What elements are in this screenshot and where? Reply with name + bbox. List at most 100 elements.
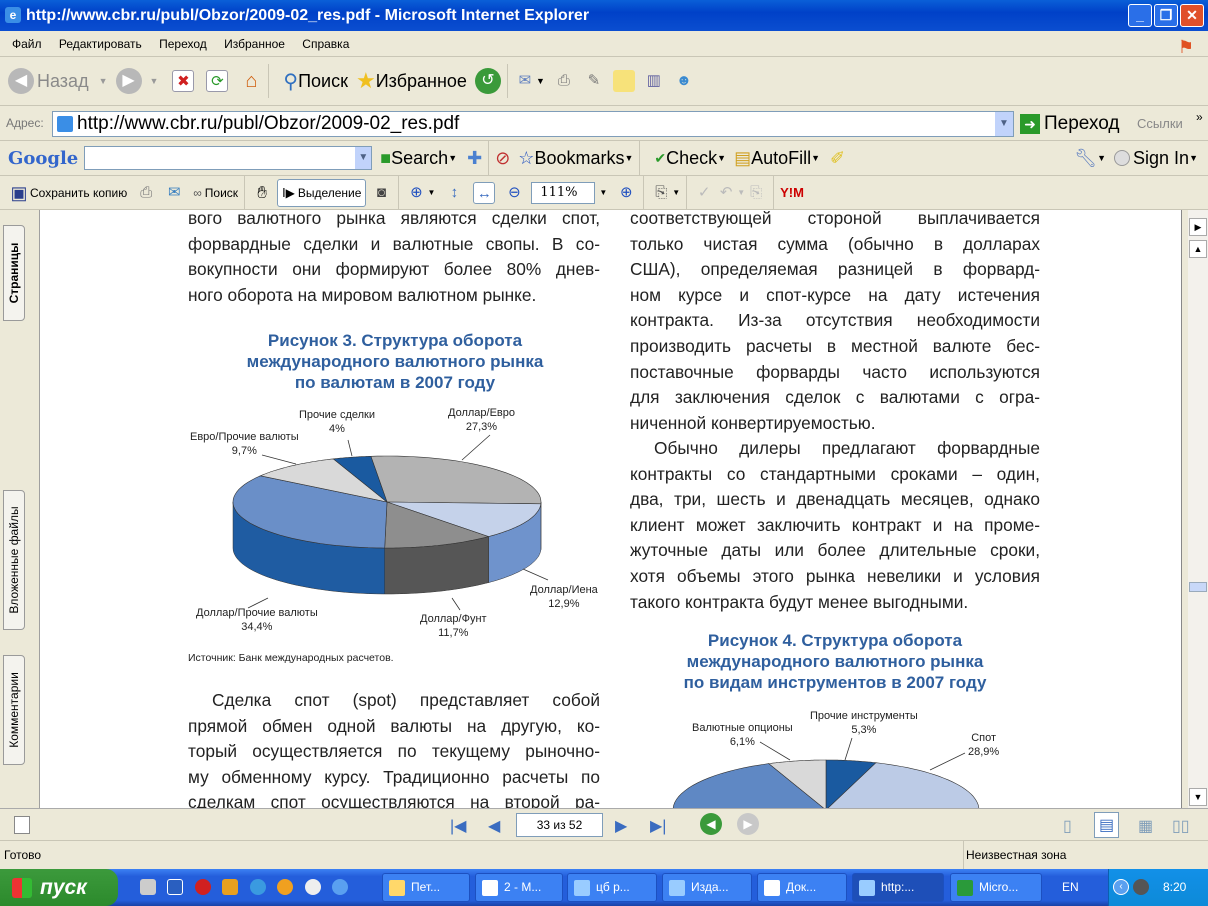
edit-icon[interactable]: ✎: [583, 70, 605, 92]
scroll-thumb[interactable]: [1189, 582, 1207, 592]
page-number-field[interactable]: 33 из 52: [516, 813, 603, 837]
tab-pages[interactable]: Страницы: [3, 225, 25, 321]
single-page-icon[interactable]: ▯: [1063, 816, 1072, 836]
chevron-icon[interactable]: »: [1196, 110, 1203, 124]
status-bar: Готово Неизвестная зона: [0, 841, 1208, 869]
menu-go[interactable]: Переход: [159, 37, 207, 51]
menu-edit[interactable]: Редактировать: [59, 37, 142, 51]
pie-value-label: 11,7%: [438, 627, 469, 639]
refresh-icon[interactable]: ⟳: [206, 70, 229, 92]
first-page-button[interactable]: |◀: [450, 816, 466, 836]
yahoo-icon[interactable]: Y!M: [780, 185, 804, 200]
minimize-button[interactable]: _: [1128, 4, 1152, 27]
menu-favorites[interactable]: Избранное: [224, 37, 285, 51]
zoom-plus-icon[interactable]: ⊕: [615, 182, 637, 204]
task-folder[interactable]: Пет...: [382, 873, 470, 902]
window-title: http://www.cbr.ru/publ/Obzor/2009-02_res…: [26, 7, 590, 24]
menu-file[interactable]: Файл: [12, 37, 42, 51]
messenger-icon[interactable]: ☻: [673, 70, 695, 92]
vertical-scrollbar[interactable]: ▶ ▲ ▼: [1188, 210, 1208, 808]
continuous-page-icon[interactable]: ▤: [1094, 812, 1120, 838]
check-button[interactable]: ✔ Check ▼: [654, 148, 726, 169]
forward-button[interactable]: ▶ ▼: [115, 68, 158, 94]
restore-button[interactable]: ❐: [1154, 4, 1178, 27]
floppy-icon: ▣: [10, 182, 28, 203]
search-button[interactable]: ⚲ Поиск: [283, 69, 348, 94]
previous-view-button[interactable]: ◀: [700, 813, 722, 835]
last-page-button[interactable]: ▶|: [650, 816, 666, 836]
menu-help[interactable]: Справка: [302, 37, 349, 51]
tray-expand-icon[interactable]: ‹: [1113, 879, 1129, 895]
pie-value-label: 5,3%: [851, 724, 877, 736]
snapshot-icon[interactable]: ◙: [370, 182, 392, 204]
tray-network-icon[interactable]: [1133, 879, 1149, 895]
task-excel[interactable]: Micro...: [950, 873, 1042, 902]
scroll-down-arrow[interactable]: ▼: [1189, 788, 1207, 806]
sign-in-button[interactable]: Sign In ▼: [1114, 148, 1198, 169]
close-button[interactable]: ✕: [1180, 4, 1204, 27]
scroll-up-arrow[interactable]: ▲: [1189, 240, 1207, 258]
back-button[interactable]: ◀ Назад ▼: [8, 68, 108, 94]
research-icon[interactable]: ▥: [643, 70, 665, 92]
next-page-button[interactable]: ▶: [615, 816, 627, 836]
quicklaunch-calendar-icon[interactable]: [140, 879, 156, 895]
text-line: вого валютного рынка являются сделки спо…: [188, 210, 600, 228]
note-icon[interactable]: [612, 70, 635, 92]
wrench-icon[interactable]: 🔧︎: [1074, 148, 1097, 169]
google-search-button[interactable]: ■ Search ▼: [380, 148, 457, 169]
text-line: ниченной конвертируемостью.: [630, 412, 876, 433]
task-ie-2[interactable]: Изда...: [662, 873, 752, 902]
zoom-out-icon[interactable]: ⊖: [503, 182, 525, 204]
bookmarks-button[interactable]: ☆ Bookmarks ▼: [518, 148, 633, 169]
quicklaunch-app-icon[interactable]: [222, 879, 238, 895]
start-button[interactable]: пуск: [0, 869, 118, 906]
history-icon[interactable]: ↺: [474, 68, 501, 94]
quicklaunch-opera-icon[interactable]: [195, 879, 211, 895]
popup-blocker-icon[interactable]: ⊘: [495, 148, 510, 169]
star-icon: ★: [355, 68, 376, 93]
print-icon[interactable]: ⎙: [135, 182, 157, 204]
hand-tool-icon[interactable]: ✋︎: [251, 182, 273, 204]
plus-icon[interactable]: ✚: [467, 148, 482, 169]
fit-page-icon[interactable]: ↕: [443, 182, 465, 204]
quicklaunch-media-icon[interactable]: [277, 879, 293, 895]
text-line: вокупности они формируют более 80% днев-: [188, 259, 600, 280]
stop-icon[interactable]: ✖: [172, 70, 195, 92]
select-tool-button[interactable]: Ⅰ▶ Выделение: [277, 178, 367, 207]
scroll-up-button[interactable]: ▶: [1189, 218, 1207, 236]
find-button[interactable]: ∞ Поиск: [193, 186, 238, 200]
favorites-button[interactable]: ★ Избранное: [356, 68, 467, 94]
rotate-page-icon[interactable]: ⎘: [650, 182, 672, 204]
quicklaunch-nero-icon[interactable]: [305, 879, 321, 895]
home-icon[interactable]: ⌂: [240, 70, 262, 92]
links-button[interactable]: Ссылки: [1137, 116, 1183, 131]
language-indicator[interactable]: EN: [1062, 880, 1079, 894]
continuous-facing-icon[interactable]: ▯▯: [1172, 816, 1190, 836]
tab-attachments[interactable]: Вложенные файлы: [3, 490, 25, 630]
address-input[interactable]: http://www.cbr.ru/publ/Obzor/2009-02_res…: [52, 111, 1014, 137]
save-copy-button[interactable]: ▣ Сохранить копию: [8, 182, 127, 204]
autofill-button[interactable]: ▤ AutoFill ▼: [734, 148, 820, 169]
go-button[interactable]: ➜ Переход: [1020, 113, 1119, 135]
quicklaunch-ie-icon[interactable]: [250, 879, 266, 895]
google-search-input[interactable]: ▼: [84, 146, 373, 170]
email-icon[interactable]: ✉: [163, 182, 185, 204]
print-icon[interactable]: ⎙: [553, 70, 575, 92]
quicklaunch-word-icon[interactable]: [167, 879, 183, 895]
task-ie-active[interactable]: http:...: [852, 873, 944, 902]
highlighter-icon[interactable]: ✐: [830, 148, 845, 169]
facing-pages-icon[interactable]: ▦: [1138, 816, 1153, 836]
google-g-icon: ■: [380, 147, 392, 168]
tab-comments[interactable]: Комментарии: [3, 655, 25, 765]
zoom-field[interactable]: 111%: [531, 181, 596, 204]
task-word-1[interactable]: 2 - M...: [475, 873, 563, 902]
prev-page-button[interactable]: ◀: [488, 816, 500, 836]
mail-icon[interactable]: ✉: [514, 70, 536, 92]
panel-toggle-icon[interactable]: [14, 816, 30, 834]
zoom-in-icon[interactable]: ⊕: [405, 182, 427, 204]
task-ie-1[interactable]: цб р...: [567, 873, 657, 902]
address-dropdown[interactable]: ▼: [995, 112, 1013, 136]
quicklaunch-browser-icon[interactable]: [332, 879, 348, 895]
fit-width-icon[interactable]: ↔: [473, 181, 496, 204]
task-word-2[interactable]: Док...: [757, 873, 847, 902]
